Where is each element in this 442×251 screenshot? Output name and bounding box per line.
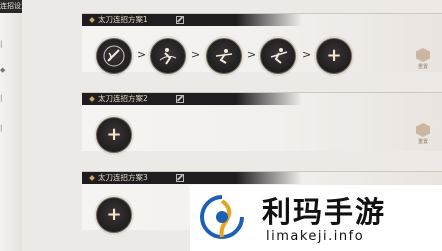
sidebar-marker: ◆ [0,66,6,74]
next-arrow-icon: > [302,48,312,61]
plan-name: 太刀连招方案2 [98,94,148,103]
plan-header: 太刀连招方案1 [82,14,302,26]
sword-spin-icon [159,48,177,65]
plus-icon: + [106,124,122,145]
plus-icon: + [106,204,122,225]
sidebar-title: 连招设置 [0,0,22,13]
plan-header: 太刀连招方案3 [82,172,302,184]
reset-label: 重置 [417,139,428,145]
plan-name: 太刀连招方案3 [98,173,148,182]
edit-icon[interactable] [176,174,184,182]
add-combo-button[interactable]: + [316,38,352,74]
combo-slot[interactable] [260,38,296,74]
side-menu: 连招设置 | ◆ | | [0,0,22,251]
watermark-url: limakeji.info [266,229,365,244]
reset-icon [416,48,430,62]
watermark-logo-icon [200,195,244,239]
diamond-icon [89,96,95,102]
sword-leap-icon [270,48,288,64]
combo-slot[interactable] [150,38,186,74]
watermark-text: 利玛手游 [262,195,387,229]
edit-icon[interactable] [176,16,184,24]
reset-icon [416,123,430,137]
sword-thrust-icon [215,49,233,64]
sidebar-marker: | [0,40,3,48]
next-arrow-icon: > [137,48,147,61]
plus-icon: + [326,45,342,66]
combo-slot[interactable] [96,38,132,74]
add-combo-button[interactable]: + [96,117,132,153]
plan-header: 太刀连招方案2 [82,93,302,105]
plan-name: 太刀连招方案1 [98,15,148,24]
next-arrow-icon: > [191,48,201,61]
sword-slash-icon [103,45,125,67]
add-combo-button[interactable]: + [96,197,132,233]
diamond-icon [89,17,95,23]
sidebar-marker: | [0,94,3,102]
combo-slot[interactable] [206,38,242,74]
next-arrow-icon: > [247,48,257,61]
sidebar-marker: | [0,124,3,132]
combo-plan-2: 太刀连招方案2 + 重置 [82,92,442,153]
edit-icon[interactable] [176,95,184,103]
reset-button[interactable]: 重置 [412,48,434,70]
watermark: 利玛手游 limakeji.info [190,185,442,251]
reset-button[interactable]: 重置 [412,123,434,145]
diamond-icon [89,175,95,181]
reset-label: 重置 [417,64,428,70]
combo-plan-1: 太刀连招方案1 > > > > + 重置 [82,13,442,74]
